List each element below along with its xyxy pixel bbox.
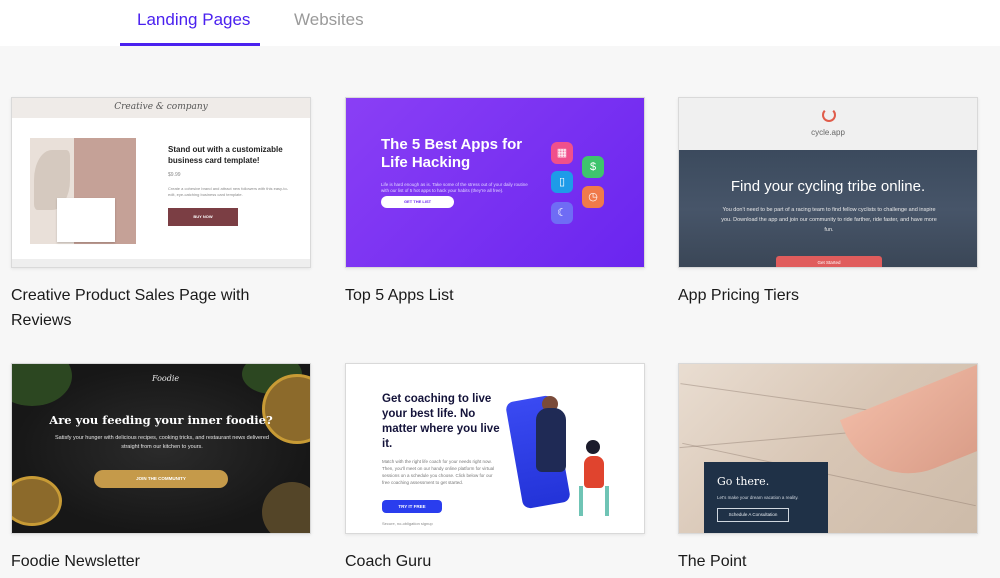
template-thumbnail-apps[interactable]: The 5 Best Apps for Life Hacking Life is… — [345, 97, 645, 268]
template-title[interactable]: The Point — [678, 549, 978, 574]
preview-description: Satisfy your hunger with delicious recip… — [55, 435, 269, 450]
template-thumbnail-cycle[interactable]: cycle.app Find your cycling tribe online… — [678, 97, 978, 268]
preview-logo: Creative & company — [114, 102, 208, 112]
pointing-hand-image — [839, 364, 977, 495]
calendar-icon: ▦ — [551, 142, 573, 164]
preview-heading: Stand out with a customizable business c… — [168, 145, 283, 165]
preview-get-started-button: Get Started — [776, 256, 882, 267]
preview-heading: Get coaching to live your best life. No … — [382, 393, 500, 450]
herb-decoration — [262, 482, 310, 533]
preview-footer — [12, 259, 310, 267]
child-illustration-head — [586, 440, 600, 454]
template-title[interactable]: Coach Guru — [345, 549, 645, 574]
preview-signup-note: Secure, no-obligation signup — [382, 521, 433, 526]
preview-description: Let's make your dream vacation a reality… — [717, 495, 799, 500]
template-thumbnail-foodie[interactable]: Foodie Are you feeding your inner foodie… — [11, 363, 311, 534]
preview-logo: cycle.app — [811, 128, 845, 137]
preview-description: You don't need to be part of a racing te… — [721, 207, 937, 233]
preview-heading: Are you feeding your inner foodie? — [49, 413, 273, 427]
template-thumbnail-coach[interactable]: Get coaching to live your best life. No … — [345, 363, 645, 534]
preview-description: Create a cohesive brand and attract new … — [168, 186, 289, 197]
preview-description: Match with the right life coach for your… — [382, 459, 495, 485]
active-tab-indicator — [120, 43, 260, 46]
template-title[interactable]: Creative Product Sales Page with Reviews — [11, 283, 311, 333]
tab-bar: Landing Pages Websites — [0, 0, 1000, 46]
coach-illustration — [536, 408, 566, 472]
cycle-logo-icon — [822, 108, 836, 122]
phone-icon: ▯ — [551, 171, 573, 193]
template-thumbnail-point[interactable]: Go there. Let's make your dream vacation… — [678, 363, 978, 534]
preview-heading: The 5 Best Apps for Life Hacking — [381, 136, 523, 171]
preview-heading: Find your cycling tribe online. — [730, 178, 926, 195]
preview-heading: Go there. — [717, 475, 770, 488]
tab-websites[interactable]: Websites — [294, 10, 364, 30]
tab-landing-pages[interactable]: Landing Pages — [137, 10, 250, 30]
template-title[interactable]: Foodie Newsletter — [11, 549, 311, 574]
child-illustration — [584, 456, 604, 488]
moon-icon: ☾ — [551, 202, 573, 224]
preview-join-button: JOIN THE COMMUNITY — [94, 470, 228, 488]
preview-schedule-button: Schedule A Consultation — [717, 508, 789, 522]
dollar-icon: $ — [582, 156, 604, 178]
template-title[interactable]: Top 5 Apps List — [345, 283, 645, 308]
preview-try-button: TRY IT FREE — [382, 500, 442, 513]
template-title[interactable]: App Pricing Tiers — [678, 283, 978, 308]
preview-logo: Foodie — [152, 374, 180, 383]
preview-header — [679, 98, 977, 150]
herb-decoration — [12, 364, 72, 406]
preview-buy-button: BUY NOW — [168, 208, 238, 226]
bowl-decoration — [12, 476, 62, 526]
preview-get-list-button: GET THE LIST — [381, 196, 454, 208]
preview-price: $9.99 — [168, 172, 181, 178]
card-mockup-front — [57, 198, 115, 242]
template-thumbnail-creative[interactable]: Creative & company Stand out with a cust… — [11, 97, 311, 268]
preview-description: Life is hard enough as is. Take some of … — [381, 182, 528, 193]
timer-icon: ◷ — [582, 186, 604, 208]
child-illustration-legs — [579, 486, 609, 516]
